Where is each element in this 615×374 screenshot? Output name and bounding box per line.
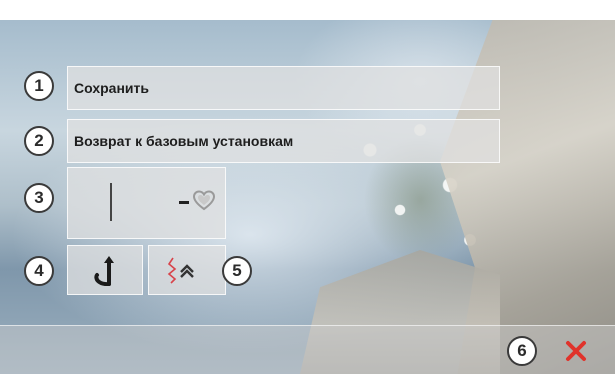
save-button[interactable]: Сохранить <box>67 66 500 110</box>
save-label: Сохранить <box>74 80 149 96</box>
callout-6: 6 <box>507 336 537 366</box>
callout-1: 1 <box>24 71 54 101</box>
close-icon[interactable] <box>563 338 589 364</box>
callout-5: 5 <box>222 256 252 286</box>
callout-2: 2 <box>24 126 54 156</box>
reset-defaults-button[interactable]: Возврат к базовым установкам <box>67 119 500 163</box>
pattern-end-icon <box>167 257 194 284</box>
callout-4: 4 <box>24 256 54 286</box>
minus-icon <box>179 201 189 204</box>
tie-off-hook-icon <box>94 256 114 286</box>
screen: Сохранить 1 Возврат к базовым установкам… <box>0 0 615 374</box>
needle-position-line-icon <box>110 183 112 221</box>
heart-pattern-icon <box>193 190 215 211</box>
reset-defaults-label: Возврат к базовым установкам <box>74 133 294 149</box>
top-strip <box>0 0 615 20</box>
callout-3: 3 <box>24 183 54 213</box>
